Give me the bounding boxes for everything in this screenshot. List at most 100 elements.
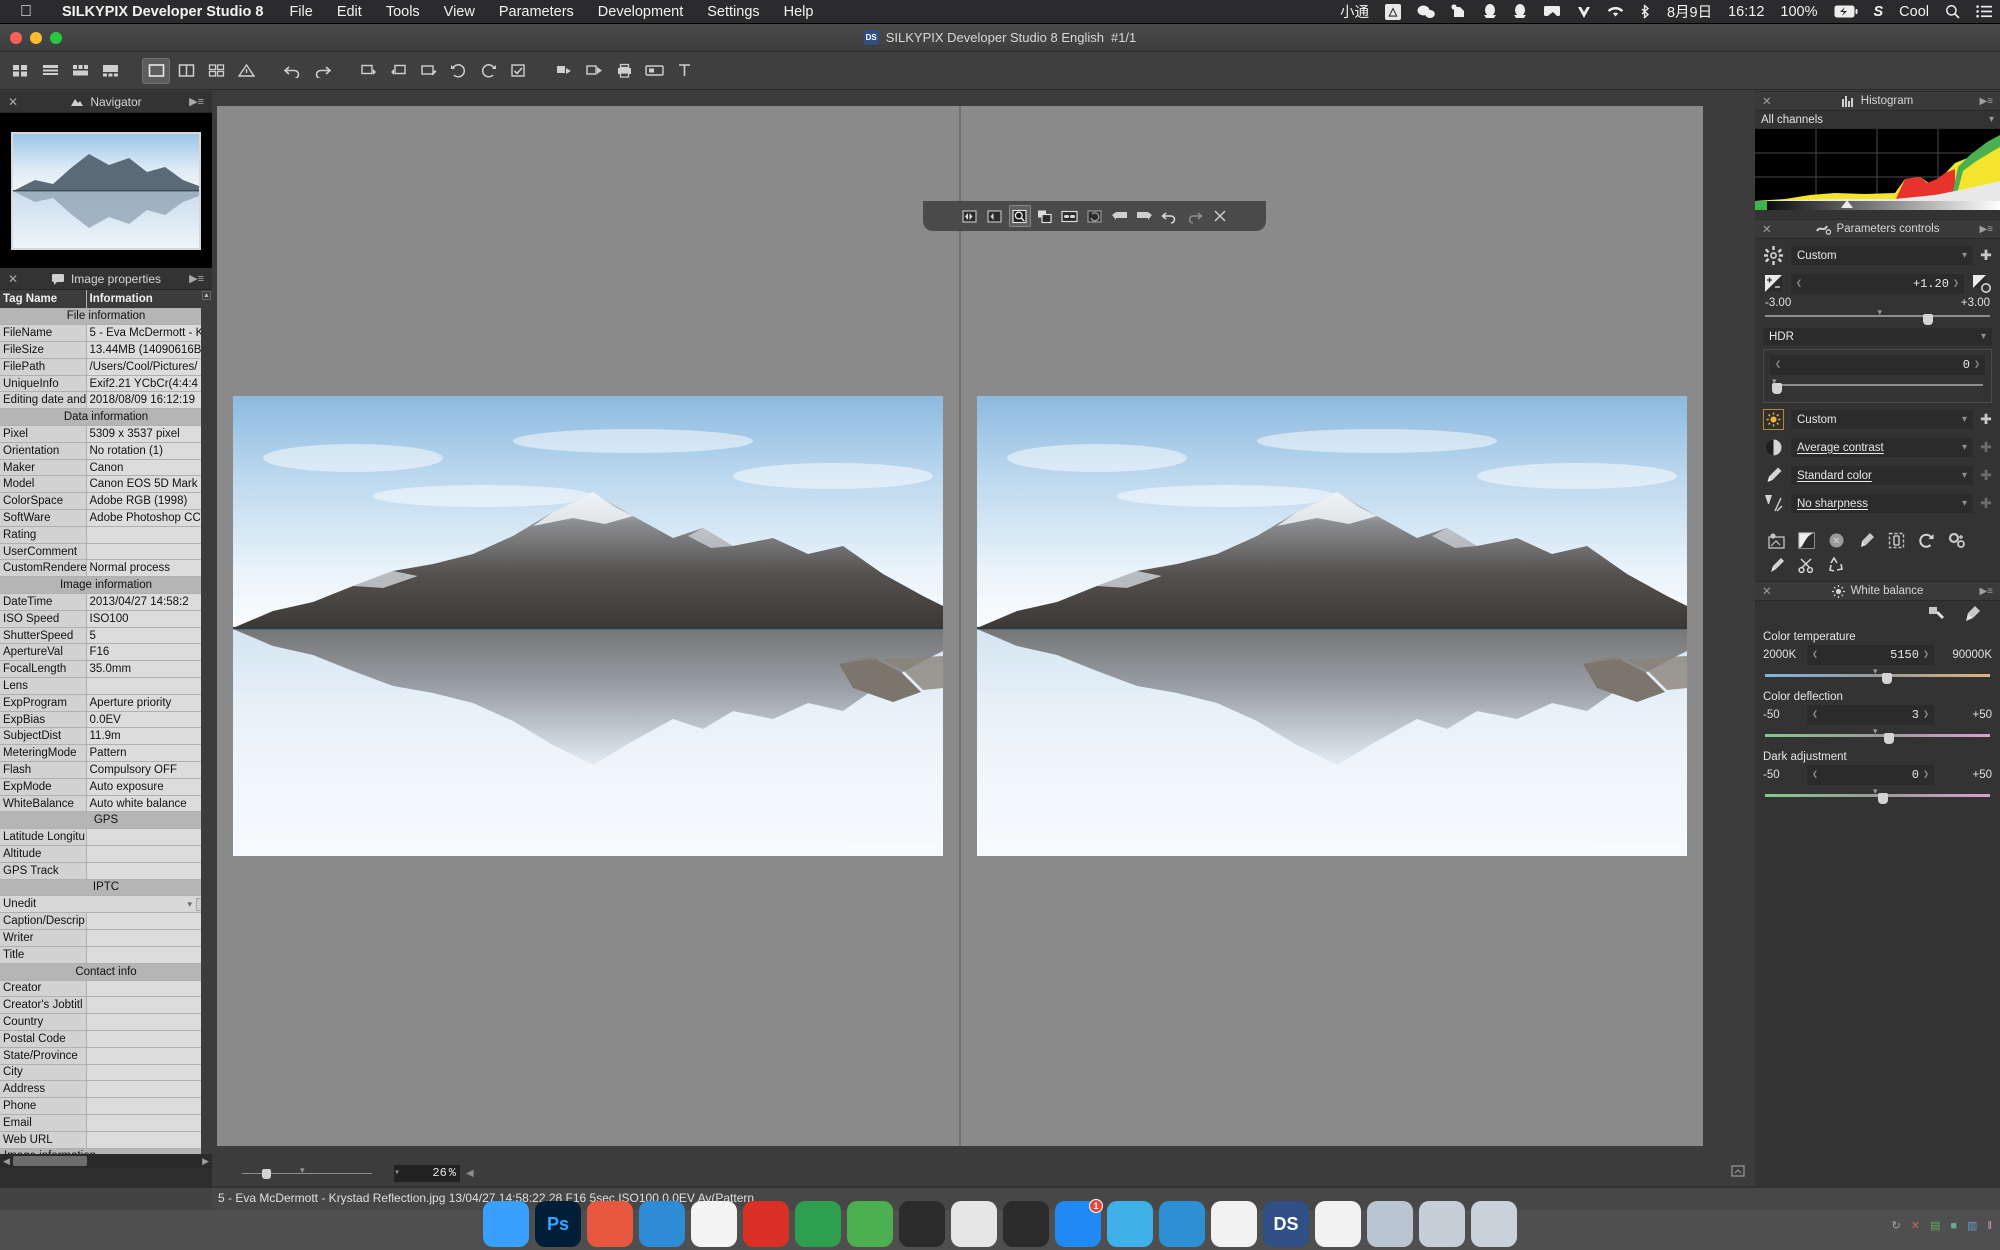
split-preview-button[interactable]	[172, 58, 200, 84]
hdr-section-header[interactable]: HDR ▾	[1763, 328, 1992, 345]
histogram-channel-select[interactable]: All channels ▾	[1755, 111, 2000, 129]
table-row[interactable]: ExpProgram Aperture priority	[0, 694, 212, 712]
table-row[interactable]: Pixel 5309 x 3537 pixel	[0, 425, 212, 443]
move-right-button[interactable]	[1134, 205, 1156, 227]
table-row[interactable]: Unedit ▾	[0, 895, 212, 914]
skin-color-picker-icon[interactable]	[1963, 605, 1982, 627]
hscroll-right-arrow[interactable]: ▶	[199, 1156, 212, 1167]
color-icon[interactable]	[1763, 465, 1784, 486]
properties-vertical-scrollbar[interactable]: ▲ ▼	[201, 290, 212, 1168]
table-row[interactable]: UniqueInfo Exif2.21 YCbCr(4:4:4	[0, 375, 212, 393]
battery-icon[interactable]	[1826, 5, 1866, 18]
color-deflection-value-box[interactable]: ❮ 3 ❯	[1807, 705, 1934, 725]
exposure-slider[interactable]: ▾	[1765, 307, 1990, 325]
scroll-up-arrow[interactable]: ▲	[202, 291, 211, 300]
navigator-thumbnail[interactable]	[0, 113, 212, 268]
table-row[interactable]: Model Canon EOS 5D Mark	[0, 475, 212, 494]
properties-value-cell[interactable]: Compulsory OFF	[86, 761, 212, 779]
dock-item-sketch[interactable]	[951, 1201, 997, 1247]
next-compare-button[interactable]	[984, 205, 1006, 227]
develop-button[interactable]	[580, 58, 608, 84]
taste-edit-button[interactable]	[414, 58, 442, 84]
dock-item-app-7[interactable]	[795, 1201, 841, 1247]
properties-value-cell[interactable]: Aperture priority	[86, 694, 212, 712]
dock-item-info-app[interactable]	[1315, 1201, 1361, 1247]
table-row[interactable]: Phone	[0, 1097, 212, 1115]
hdr-value-box[interactable]: ❮ 0 ❯	[1770, 355, 1985, 375]
table-row[interactable]: FilePath/Users/Cool/Pictures/	[0, 358, 212, 376]
chevron-down-icon[interactable]: ▾	[1981, 331, 1986, 342]
properties-value-cell[interactable]: Auto white balance	[86, 795, 212, 813]
color-deflection-slider[interactable]: ▾	[1765, 726, 1990, 744]
redo-button[interactable]	[308, 58, 336, 84]
properties-value-cell[interactable]	[86, 677, 212, 695]
table-row[interactable]: Orientation No rotation (1)	[0, 442, 212, 460]
histogram-menu-icon[interactable]: ▶≡	[1979, 96, 1993, 107]
properties-value-cell[interactable]: 5	[86, 627, 212, 645]
dock-item-documents-folder[interactable]	[1367, 1201, 1413, 1247]
taste-copy-button[interactable]	[354, 58, 382, 84]
image-properties-menu-icon[interactable]: ▶≡	[189, 272, 204, 285]
properties-value-cell[interactable]: 0.0EV	[86, 711, 212, 729]
zoom-slider-knob[interactable]	[262, 1169, 271, 1179]
add-color-button[interactable]: ✚	[1980, 467, 1992, 484]
zoom-value-box[interactable]: ▾ 26 %	[394, 1164, 460, 1182]
preview-image-edited[interactable]: © EVA MCDERMOTT	[977, 396, 1687, 856]
table-row[interactable]: GPS Track	[0, 862, 212, 880]
properties-value-cell[interactable]	[86, 912, 212, 931]
properties-value-cell[interactable]	[86, 845, 212, 863]
input-method-indicator[interactable]: 小通	[1332, 1, 1377, 22]
sharpness-preset-select[interactable]: No sharpness ▾	[1791, 494, 1973, 513]
spotlight-extra-icon[interactable]: S	[1866, 4, 1892, 20]
noise-reduction-icon[interactable]	[1887, 531, 1906, 550]
menu-development[interactable]: Development	[586, 4, 695, 20]
thumbnail-view-button[interactable]	[6, 58, 34, 84]
navigator-menu-icon[interactable]: ▶≡	[189, 95, 204, 108]
properties-value-cell[interactable]: Adobe RGB (1998)	[86, 492, 212, 511]
properties-value-cell[interactable]	[86, 828, 212, 846]
menu-file[interactable]: File	[277, 4, 324, 20]
zoom-tool-button[interactable]	[1008, 205, 1031, 227]
qq-icon-1[interactable]	[1475, 4, 1505, 19]
preview-image-original[interactable]: © EVA MCDERMOTT	[233, 396, 943, 856]
undo-button[interactable]	[278, 58, 306, 84]
sun-icon[interactable]	[1763, 409, 1784, 430]
rotate-left-button[interactable]	[444, 58, 472, 84]
properties-value-cell[interactable]: No rotation (1)	[86, 442, 212, 460]
exposure-icon[interactable]	[1763, 273, 1784, 294]
minimize-window-button[interactable]	[30, 32, 42, 44]
table-row[interactable]: Flash Compulsory OFF	[0, 761, 212, 779]
chevron-down-icon[interactable]: ▾	[187, 899, 192, 910]
properties-value-cell[interactable]	[86, 1047, 212, 1065]
fine-color-icon[interactable]	[1857, 531, 1876, 550]
crop-button[interactable]	[670, 58, 698, 84]
table-row[interactable]: State/Province	[0, 1047, 212, 1065]
search-icon[interactable]	[1937, 4, 1968, 19]
table-row[interactable]: SoftWare Adobe Photoshop CC	[0, 509, 212, 527]
menu-help[interactable]: Help	[772, 4, 826, 20]
parameters-close-icon[interactable]: ✕	[1762, 222, 1772, 236]
menu-view[interactable]: View	[432, 4, 487, 20]
print-button[interactable]	[610, 58, 638, 84]
recycle-icon[interactable]	[1827, 556, 1846, 575]
gear-icon[interactable]	[1763, 245, 1784, 266]
stack-icon[interactable]: ▤	[1930, 1219, 1940, 1232]
chevron-down-icon[interactable]: ▾	[1962, 498, 1967, 509]
link-panes-button[interactable]	[1059, 205, 1081, 227]
properties-value-cell[interactable]	[86, 996, 212, 1015]
apple-icon[interactable]: 	[0, 3, 48, 21]
swatch-icon[interactable]: ■	[1950, 1220, 1957, 1232]
dodge-burn-icon[interactable]	[1827, 531, 1846, 550]
properties-value-cell[interactable]: 35.0mm	[86, 660, 212, 679]
table-row[interactable]: ColorSpace Adobe RGB (1998)	[0, 492, 212, 511]
dock-item-app-12[interactable]	[1107, 1201, 1153, 1247]
sync-icon[interactable]: ↻	[1892, 1219, 1901, 1232]
color-temperature-slider-knob[interactable]	[1882, 673, 1892, 684]
multi-preview-button[interactable]	[202, 58, 230, 84]
move-left-button[interactable]	[1109, 205, 1131, 227]
properties-value-cell[interactable]	[86, 526, 212, 544]
hscroll-left-arrow[interactable]: ◀	[0, 1156, 13, 1167]
table-row[interactable]: Editing date and 2018/08/09 16:12:19	[0, 391, 212, 410]
mark-button[interactable]	[504, 58, 532, 84]
undo-preview-button[interactable]	[1159, 205, 1181, 227]
